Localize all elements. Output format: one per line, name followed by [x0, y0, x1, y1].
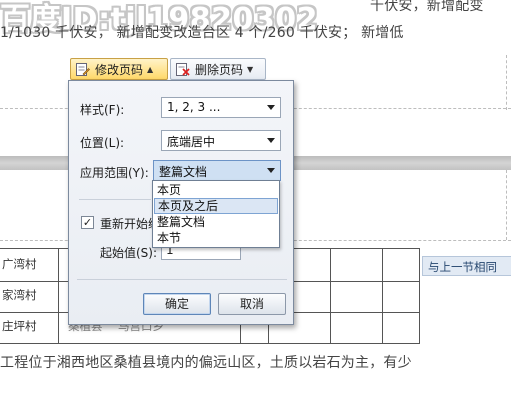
- chevron-down-icon: [267, 105, 275, 110]
- table-cell: 家湾村: [2, 288, 37, 302]
- edit-page-number-icon: [75, 62, 90, 77]
- document-line-2: 1/1030 千伏安， 新增配变改造台区 4 个/260 千伏安； 新增低: [0, 25, 404, 41]
- position-select[interactable]: 底端居中: [161, 130, 281, 151]
- style-label: 样式(F):: [80, 103, 125, 117]
- delete-page-number-button[interactable]: 删除页码 ▼: [170, 58, 266, 80]
- document-line-1: 千伏安，新增配变: [370, 0, 484, 14]
- delete-page-number-label: 删除页码: [195, 62, 244, 77]
- chevron-down-icon: ▼: [247, 64, 254, 74]
- scope-option-hovered[interactable]: 本页及之后: [154, 198, 278, 214]
- margin-guide: [506, 55, 507, 110]
- style-select[interactable]: 1, 2, 3 ...: [161, 97, 281, 118]
- margin-guide-lower: [506, 170, 507, 240]
- cancel-button[interactable]: 取消: [218, 293, 286, 315]
- modify-page-number-button[interactable]: 修改页码 ▲: [70, 58, 168, 80]
- modify-page-number-label: 修改页码: [95, 62, 144, 77]
- chevron-down-icon: [267, 138, 275, 143]
- position-select-value: 底端居中: [167, 135, 216, 149]
- scope-option[interactable]: 本页: [154, 182, 278, 198]
- ok-button[interactable]: 确定: [143, 293, 211, 315]
- delete-page-number-icon: [175, 62, 190, 77]
- table-cell: 庄坪村: [2, 319, 37, 333]
- caret-up-icon: ▲: [147, 64, 154, 74]
- scope-dropdown-list: 本页 本页及之后 整篇文档 本节: [152, 180, 280, 248]
- scope-select-value: 整篇文档: [159, 165, 208, 179]
- scope-option[interactable]: 整篇文档: [154, 214, 278, 230]
- start-value-label: 起始值(S):: [100, 246, 158, 260]
- style-select-value: 1, 2, 3 ...: [167, 100, 221, 114]
- table-cell: 广湾村: [2, 257, 37, 271]
- scope-option[interactable]: 本节: [154, 230, 278, 246]
- chevron-down-icon: [267, 168, 275, 173]
- restart-checkbox[interactable]: ✓: [81, 216, 94, 229]
- restart-label: 重新开始编: [100, 217, 161, 231]
- document-bottom-line: 工程位于湘西地区桑植县境内的偏远山区，土质以岩石为主，有少: [0, 355, 412, 371]
- scope-label: 应用范围(Y):: [80, 166, 149, 180]
- position-label: 位置(L):: [80, 136, 125, 150]
- separator: [79, 199, 151, 200]
- separator: [77, 279, 287, 280]
- same-as-previous-tag[interactable]: 与上一节相同: [422, 256, 511, 276]
- scope-select[interactable]: 整篇文档: [153, 160, 281, 181]
